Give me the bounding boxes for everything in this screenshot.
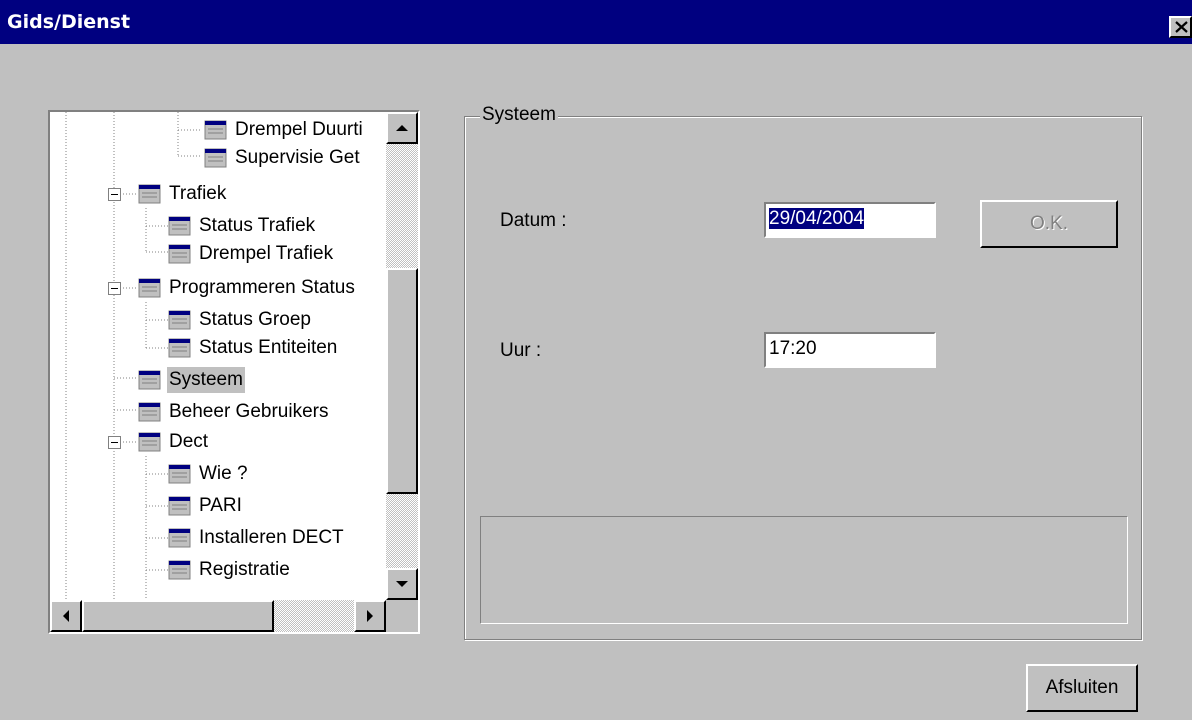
uur-label: Uur :	[500, 340, 542, 361]
tree-item-status-groep[interactable]: Status Groep	[168, 306, 313, 334]
form-icon	[168, 496, 191, 516]
scroll-up-button[interactable]	[386, 112, 418, 144]
uur-value: 17:20	[769, 338, 817, 359]
arrow-left-icon	[63, 610, 69, 622]
close-icon	[1175, 21, 1188, 33]
tree-item-beheer-gebruikers[interactable]: Beheer Gebruikers	[138, 398, 330, 426]
tree-item-label: Beheer Gebruikers	[169, 401, 329, 422]
collapse-dect[interactable]	[108, 436, 121, 449]
tree-item-status-trafiek[interactable]: Status Trafiek	[168, 212, 317, 240]
datum-field[interactable]: 29/04/2004	[764, 202, 936, 238]
arrow-up-icon	[396, 125, 408, 131]
tree-item-label: Dect	[169, 431, 209, 452]
tree-item-label: Drempel Trafiek	[199, 243, 334, 264]
tree-item-label: Systeem	[167, 367, 245, 393]
tree-item-registratie[interactable]: Registratie	[168, 556, 292, 584]
form-icon	[168, 216, 191, 236]
tree-item-label: Status Entiteiten	[199, 337, 338, 358]
ok-button[interactable]: O.K.	[980, 200, 1118, 248]
scroll-thumb[interactable]	[386, 268, 418, 494]
vertical-scrollbar[interactable]	[386, 112, 418, 600]
form-icon	[138, 184, 161, 204]
form-icon	[168, 244, 191, 264]
status-panel	[480, 516, 1128, 624]
tree-item-trafiek[interactable]: Trafiek	[138, 180, 228, 208]
horizontal-scrollbar[interactable]	[50, 600, 386, 632]
collapse-programmeren-status[interactable]	[108, 282, 121, 295]
form-icon	[138, 432, 161, 452]
tree-item-systeem[interactable]: Systeem	[138, 366, 245, 394]
tree-item-label: Programmeren Status	[169, 277, 355, 298]
arrow-right-icon	[367, 610, 373, 622]
tree-item-programmeren-status[interactable]: Programmeren Status	[138, 274, 357, 302]
tree-item-label: Registratie	[199, 559, 290, 580]
navigation-tree[interactable]: Drempel Duurti Supervisie Get Trafiek St…	[48, 110, 420, 634]
scroll-down-button[interactable]	[386, 568, 418, 600]
scrollbar-corner	[386, 600, 418, 632]
window-title: Gids/Dienst	[7, 11, 131, 33]
datum-value: 29/04/2004	[769, 208, 865, 229]
tree-item-label: Status Trafiek	[199, 215, 316, 236]
tree-item-label: Supervisie Get	[235, 147, 360, 168]
tree-item-wie[interactable]: Wie ?	[168, 460, 250, 488]
form-icon	[168, 464, 191, 484]
tree-item-label: Installeren DECT	[199, 527, 344, 548]
tree-item-status-entiteiten[interactable]: Status Entiteiten	[168, 334, 339, 362]
tree-item-drempel-duurti[interactable]: Drempel Duurti	[204, 116, 365, 144]
tree-item-label: Wie ?	[199, 463, 248, 484]
tree-item-dect[interactable]: Dect	[138, 428, 210, 456]
datum-label: Datum :	[500, 210, 567, 231]
title-bar: Gids/Dienst	[0, 0, 1192, 44]
tree-item-label: Status Groep	[199, 309, 311, 330]
close-button[interactable]	[1169, 16, 1192, 38]
form-icon	[168, 560, 191, 580]
tree-item-pari[interactable]: PARI	[168, 492, 244, 520]
horizontal-scroll-thumb[interactable]	[82, 600, 274, 632]
tree-item-label: Drempel Duurti	[235, 119, 363, 140]
tree-content: Drempel Duurti Supervisie Get Trafiek St…	[50, 112, 386, 600]
tree-item-label: PARI	[199, 495, 242, 516]
collapse-trafiek[interactable]	[108, 188, 121, 201]
form-icon	[168, 338, 191, 358]
tree-item-drempel-trafiek[interactable]: Drempel Trafiek	[168, 240, 335, 268]
tree-item-installeren-dect[interactable]: Installeren DECT	[168, 524, 346, 552]
form-icon	[204, 148, 227, 168]
form-icon	[168, 528, 191, 548]
form-icon	[204, 120, 227, 140]
arrow-down-icon	[396, 581, 408, 587]
tree-item-supervisie[interactable]: Supervisie Get	[204, 144, 362, 172]
form-icon	[138, 278, 161, 298]
form-icon	[138, 370, 161, 390]
tree-item-label: Trafiek	[169, 183, 227, 204]
uur-field[interactable]: 17:20	[764, 332, 936, 368]
scroll-right-button[interactable]	[354, 600, 386, 632]
form-icon	[138, 402, 161, 422]
afsluiten-button[interactable]: Afsluiten	[1026, 664, 1138, 712]
form-icon	[168, 310, 191, 330]
scroll-left-button[interactable]	[50, 600, 82, 632]
groupbox-title: Systeem	[480, 104, 558, 126]
